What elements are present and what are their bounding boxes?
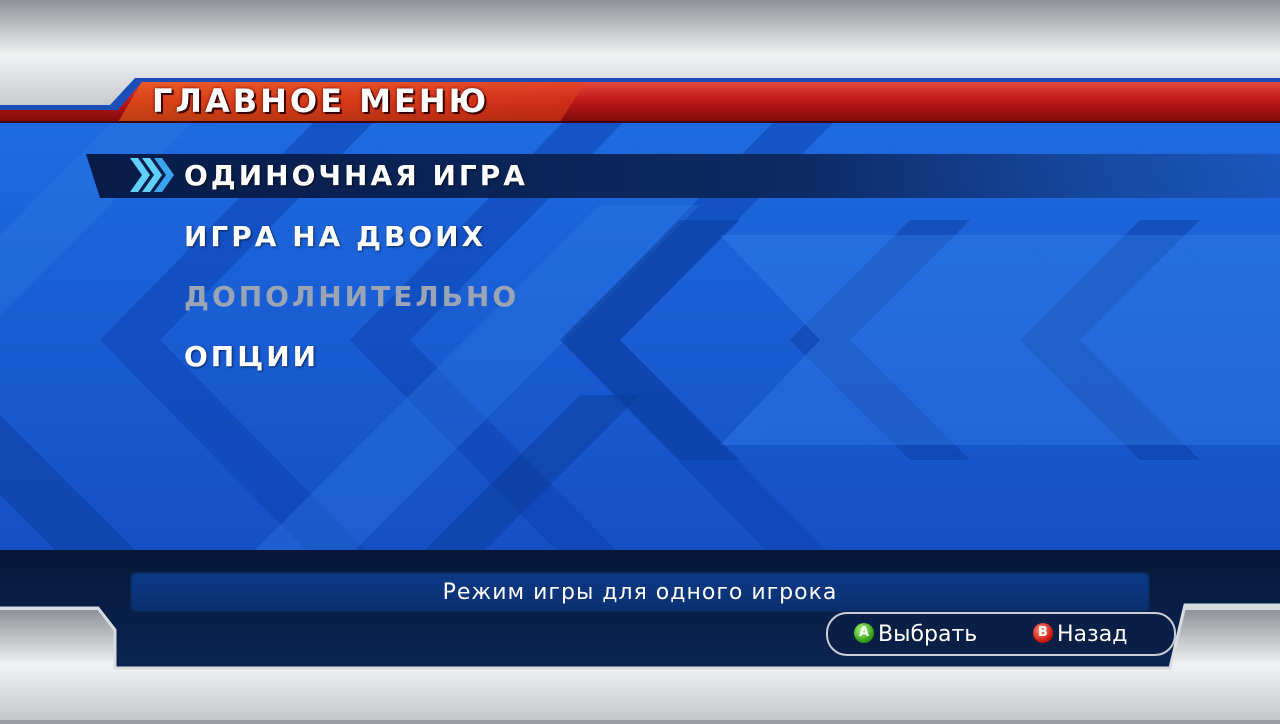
menu-item-single-player[interactable]: ОДИНОЧНАЯ ИГРА bbox=[184, 151, 528, 201]
chevron-right-icon bbox=[128, 154, 174, 200]
select-button[interactable]: A Выбрать bbox=[854, 622, 977, 648]
b-button-icon: B bbox=[1033, 623, 1053, 643]
page-title: ГЛАВНОЕ МЕНЮ bbox=[152, 82, 490, 120]
menu-item-two-players[interactable]: ИГРА НА ДВОИХ bbox=[184, 212, 486, 262]
back-label: Назад bbox=[1057, 622, 1128, 647]
a-button-icon: A bbox=[854, 623, 874, 643]
description-text: Режим игры для одного игрока bbox=[442, 580, 838, 605]
menu-item-extras: ДОПОЛНИТЕЛЬНО bbox=[184, 280, 520, 313]
back-button[interactable]: B Назад bbox=[1033, 622, 1127, 648]
menu-item-options[interactable]: ОПЦИИ bbox=[184, 332, 319, 382]
select-label: Выбрать bbox=[878, 622, 978, 647]
